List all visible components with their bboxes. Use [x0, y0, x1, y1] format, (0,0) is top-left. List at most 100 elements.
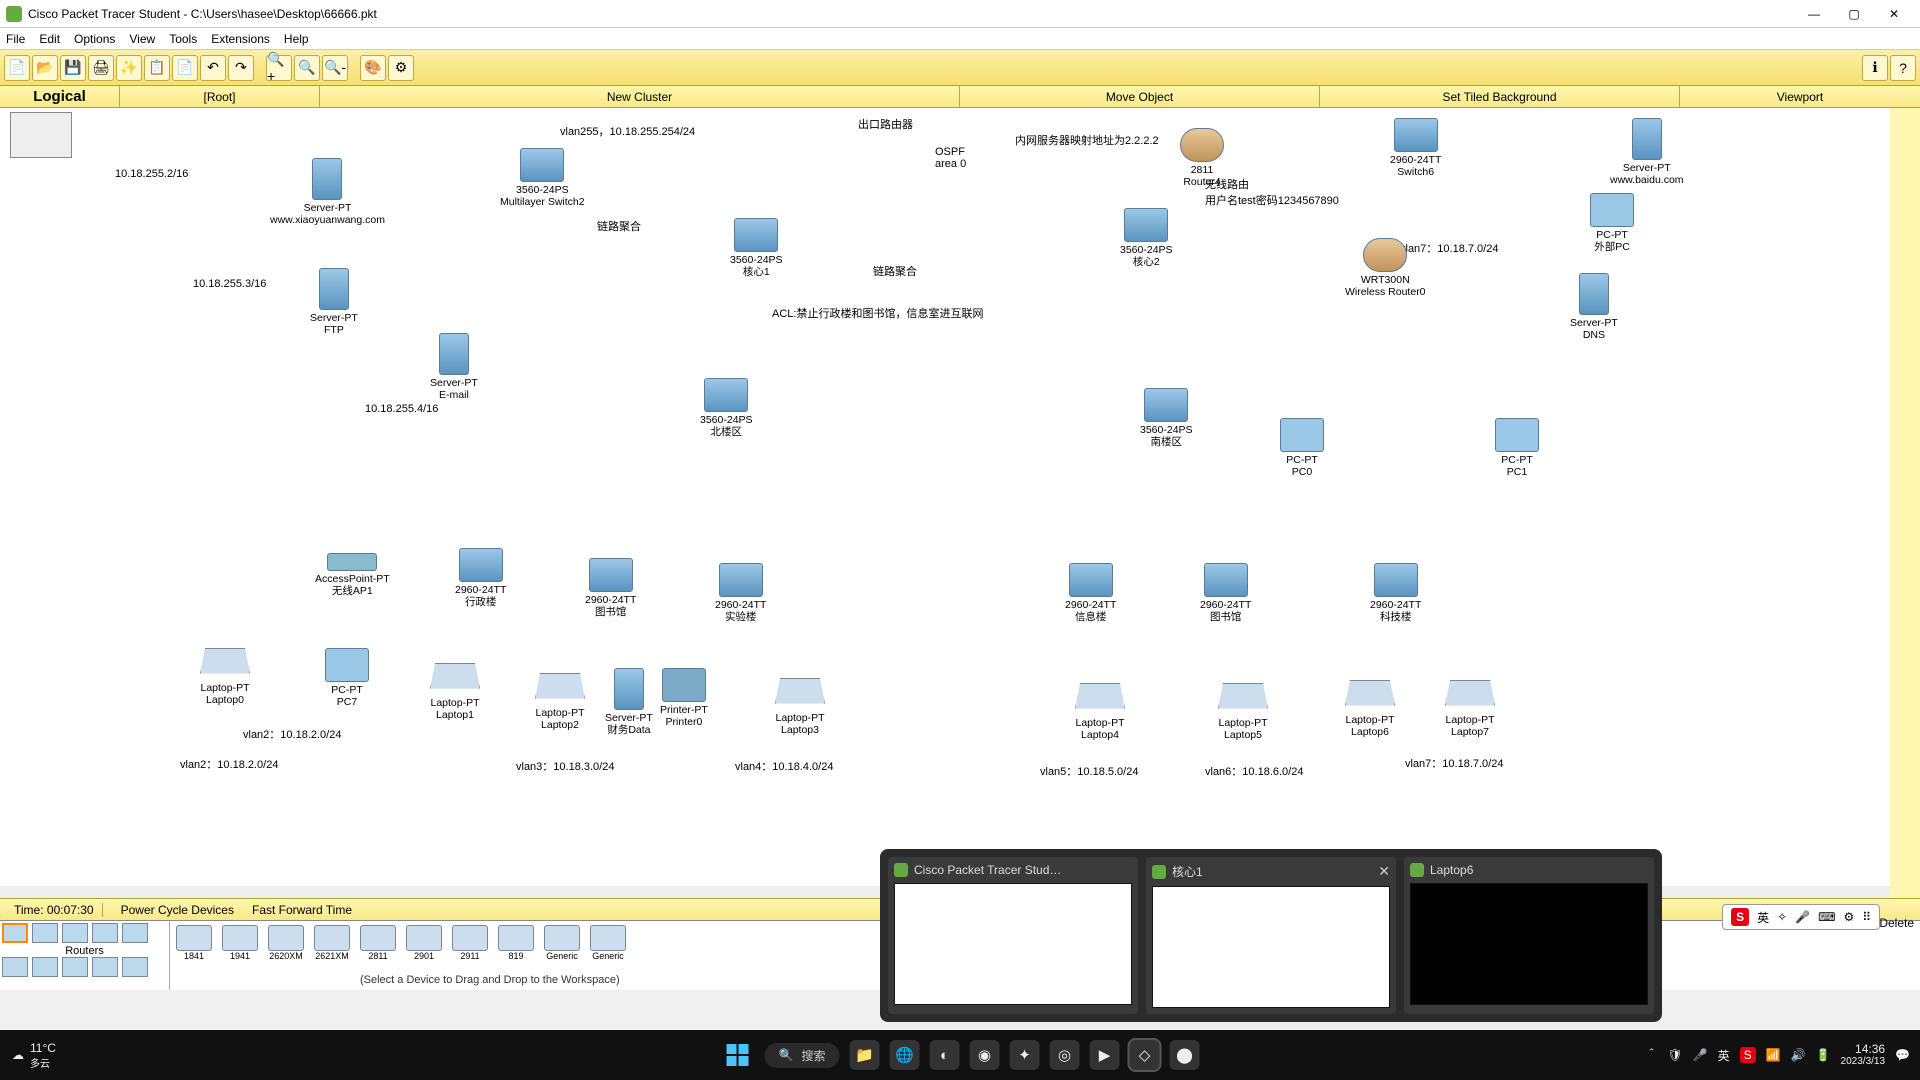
simple-pdu-icon[interactable]: ✉	[1892, 334, 1918, 360]
draw-tool-icon[interactable]: ✏	[1892, 262, 1918, 288]
device-ext-pc[interactable]: PC-PT 外部PC	[1590, 193, 1634, 253]
pal-dev-2911[interactable]: 2911	[450, 925, 490, 961]
device-sw-art[interactable]: 2960-24TT 图书馆	[1200, 563, 1251, 623]
delete-tool-icon[interactable]: ✕	[1892, 190, 1918, 216]
cat-wan-icon[interactable]	[32, 957, 58, 977]
tray-mic-icon[interactable]: 🎤	[1693, 1048, 1708, 1062]
cat-custom-icon[interactable]	[62, 957, 88, 977]
device-laptop1[interactable]: Laptop-PT Laptop1	[430, 663, 480, 721]
ime-item-1[interactable]: 🎤	[1795, 910, 1810, 924]
zoom-reset-icon[interactable]: 🔍	[294, 55, 320, 81]
device-laptop2[interactable]: Laptop-PT Laptop2	[535, 673, 585, 731]
browser-icon[interactable]: 🌐	[889, 1040, 919, 1070]
ime-item-3[interactable]: ⚙	[1843, 910, 1854, 924]
pal-dev-2621xm[interactable]: 2621XM	[312, 925, 352, 961]
start-button[interactable]	[721, 1038, 755, 1072]
cat-end-icon[interactable]	[2, 957, 28, 977]
pal-dev-2620xm[interactable]: 2620XM	[266, 925, 306, 961]
device-wrt[interactable]: WRT300N Wireless Router0	[1345, 238, 1426, 298]
paste-icon[interactable]: 📄	[172, 55, 198, 81]
device-server-fin[interactable]: Server-PT 财务Data	[605, 668, 653, 736]
device-laptop5[interactable]: Laptop-PT Laptop5	[1218, 683, 1268, 741]
zoom-in-icon[interactable]: 🔍+	[266, 55, 292, 81]
device-laptop4[interactable]: Laptop-PT Laptop4	[1075, 683, 1125, 741]
cat-wireless-icon[interactable]	[92, 923, 118, 943]
workspace[interactable]: ▭ 📝 ✕ 🔍 ✏ ⤢ ✉ 📧	[0, 108, 1920, 898]
task-thumb-pt[interactable]: Cisco Packet Tracer Stud…	[888, 857, 1138, 1014]
close-icon[interactable]: ✕	[1378, 863, 1390, 880]
menu-tools[interactable]: Tools	[169, 32, 197, 46]
device-server-mail[interactable]: Server-PT E-mail	[430, 333, 478, 401]
sogou-icon[interactable]: S	[1731, 908, 1749, 926]
copilot-icon[interactable]: ✦	[1009, 1040, 1039, 1070]
save-icon[interactable]: 💾	[60, 55, 86, 81]
pal-dev-1841[interactable]: 1841	[174, 925, 214, 961]
ime-item-4[interactable]: ⠿	[1862, 910, 1871, 924]
device-laptop7[interactable]: Laptop-PT Laptop7	[1445, 680, 1495, 738]
open-icon[interactable]: 📂	[32, 55, 58, 81]
move-object-button[interactable]: Move Object	[960, 86, 1320, 107]
obs-icon[interactable]: ⬤	[1169, 1040, 1199, 1070]
zoom-out-icon[interactable]: 🔍-	[322, 55, 348, 81]
taskbar-clock[interactable]: 14:36 2023/3/13	[1841, 1043, 1886, 1067]
device-laptop6[interactable]: Laptop-PT Laptop6	[1345, 680, 1395, 738]
device-sw-admin[interactable]: 2960-24TT 行政楼	[455, 548, 506, 608]
cat-routers-icon[interactable]	[2, 923, 28, 943]
tray-volume-icon[interactable]: 🔊	[1791, 1048, 1806, 1062]
pal-dev-generic2[interactable]: Generic	[588, 925, 628, 961]
cat-hubs-icon[interactable]	[62, 923, 88, 943]
device-sw-lab[interactable]: 2960-24TT 实验楼	[715, 563, 766, 623]
tray-security-icon[interactable]: 🛡	[1667, 1048, 1682, 1062]
minimize-button[interactable]: —	[1794, 2, 1834, 26]
copy-icon[interactable]: 📋	[144, 55, 170, 81]
power-cycle-button[interactable]: Power Cycle Devices	[113, 903, 242, 917]
device-sw-sci[interactable]: 2960-24TT 科技楼	[1370, 563, 1421, 623]
info-icon[interactable]: ℹ	[1862, 55, 1888, 81]
pal-dev-2901[interactable]: 2901	[404, 925, 444, 961]
device-core2[interactable]: 3560-24PS 核心2	[1120, 208, 1173, 268]
weather-widget[interactable]: ☁ 11°C 多云	[0, 1041, 68, 1070]
device-ap1[interactable]: AccessPoint-PT 无线AP1	[315, 553, 390, 597]
tray-chevron-icon[interactable]: ＾	[1645, 1047, 1657, 1064]
inspect-tool-icon[interactable]: 🔍	[1892, 226, 1918, 252]
ime-lang[interactable]: 英	[1757, 909, 1769, 926]
device-pc1[interactable]: PC-PT PC1	[1495, 418, 1539, 478]
tiled-bg-button[interactable]: Set Tiled Background	[1320, 86, 1680, 107]
new-cluster-button[interactable]: New Cluster	[320, 86, 960, 107]
task-thumb-core1[interactable]: 核心1✕	[1146, 857, 1396, 1014]
cat-multi-icon[interactable]	[92, 957, 118, 977]
cat-connections-icon[interactable]	[122, 923, 148, 943]
fast-forward-button[interactable]: Fast Forward Time	[252, 903, 352, 917]
maximize-button[interactable]: ▢	[1834, 2, 1874, 26]
device-pc0[interactable]: PC-PT PC0	[1280, 418, 1324, 478]
chrome-icon[interactable]: ◉	[969, 1040, 999, 1070]
device-router4[interactable]: 2811 Router4	[1180, 128, 1224, 188]
app1-icon[interactable]: ◐	[929, 1040, 959, 1070]
edge-icon[interactable]: ◎	[1049, 1040, 1079, 1070]
new-icon[interactable]: 📄	[4, 55, 30, 81]
wizard-icon[interactable]: ✨	[116, 55, 142, 81]
device-dns[interactable]: Server-PT DNS	[1570, 273, 1618, 341]
palette-icon[interactable]: 🎨	[360, 55, 386, 81]
device-sw-info[interactable]: 2960-24TT 信息楼	[1065, 563, 1116, 623]
menu-file[interactable]: File	[6, 32, 25, 46]
app2-icon[interactable]: ▶	[1089, 1040, 1119, 1070]
cat-cloud-icon[interactable]	[122, 957, 148, 977]
tray-lang[interactable]: 英	[1718, 1047, 1730, 1064]
device-server-web[interactable]: Server-PT www.xiaoyuanwang.com	[270, 158, 385, 226]
menu-view[interactable]: View	[129, 32, 155, 46]
print-icon[interactable]: 🖨	[88, 55, 114, 81]
undo-icon[interactable]: ↶	[200, 55, 226, 81]
pal-dev-2811[interactable]: 2811	[358, 925, 398, 961]
device-pc7[interactable]: PC-PT PC7	[325, 648, 369, 708]
device-core1[interactable]: 3560-24PS 核心1	[730, 218, 783, 278]
close-button[interactable]: ✕	[1874, 2, 1914, 26]
pal-dev-generic1[interactable]: Generic	[542, 925, 582, 961]
task-thumb-laptop6[interactable]: Laptop6	[1404, 857, 1654, 1014]
cat-switches-icon[interactable]	[32, 923, 58, 943]
ime-item-2[interactable]: ⌨	[1818, 910, 1835, 924]
device-printer0[interactable]: Printer-PT Printer0	[660, 668, 708, 728]
device-south[interactable]: 3560-24PS 南楼区	[1140, 388, 1193, 448]
menu-help[interactable]: Help	[284, 32, 309, 46]
complex-pdu-icon[interactable]: 📧	[1892, 370, 1918, 396]
